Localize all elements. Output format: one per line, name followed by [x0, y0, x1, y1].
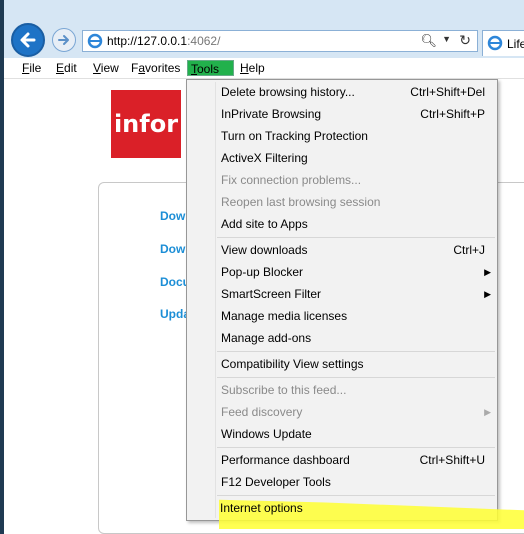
- menu-item-label: Performance dashboard: [221, 453, 350, 467]
- menu-item-popup-blocker[interactable]: Pop-up Blocker ▶: [221, 261, 493, 283]
- menu-edit[interactable]: Edit: [53, 60, 80, 76]
- forward-arrow-icon: [58, 35, 69, 45]
- menu-separator: [217, 447, 495, 448]
- submenu-arrow-icon: ▶: [484, 407, 491, 417]
- ie-logo-icon: [487, 35, 503, 51]
- menu-item-tracking-protection[interactable]: Turn on Tracking Protection: [221, 125, 493, 147]
- address-bar[interactable]: http://127.0.0.1:4062/ 🔍︎ ▼ ↻: [82, 30, 478, 52]
- menu-item-label: SmartScreen Filter: [221, 287, 322, 301]
- menu-view[interactable]: View: [90, 60, 122, 76]
- menu-separator: [217, 495, 495, 496]
- menu-item-label: F12 Developer Tools: [221, 475, 331, 489]
- menu-item-fix-connection: Fix connection problems...: [221, 169, 493, 191]
- menu-item-manage-addons[interactable]: Manage add-ons: [221, 327, 493, 349]
- menu-item-label: Reopen last browsing session: [221, 195, 381, 209]
- menu-item-label: View downloads: [221, 243, 308, 257]
- menu-item-subscribe-feed: Subscribe to this feed...: [221, 379, 493, 401]
- shortcut-label: Ctrl+Shift+P: [420, 107, 485, 121]
- forward-button[interactable]: [52, 28, 76, 52]
- browser-tab[interactable]: Life: [482, 30, 524, 56]
- search-icon[interactable]: 🔍︎: [420, 33, 437, 49]
- shortcut-label: Ctrl+Shift+U: [419, 453, 485, 467]
- menu-item-label: Delete browsing history...: [221, 85, 355, 99]
- menu-file[interactable]: File: [19, 60, 44, 76]
- menu-item-label: Add site to Apps: [221, 217, 308, 231]
- submenu-arrow-icon: ▶: [484, 289, 491, 299]
- menu-item-delete-history[interactable]: Delete browsing history... Ctrl+Shift+Del: [221, 81, 493, 103]
- tools-dropdown-menu: Delete browsing history... Ctrl+Shift+Del…: [186, 79, 498, 521]
- menu-separator: [217, 377, 495, 378]
- tab-label: Life: [507, 37, 524, 51]
- chevron-down-icon[interactable]: ▼: [442, 34, 451, 44]
- menu-item-reopen-session: Reopen last browsing session: [221, 191, 493, 213]
- menu-item-label: InPrivate Browsing: [221, 107, 322, 121]
- url-port: :4062/: [187, 34, 221, 48]
- menu-bar: File Edit View Favorites Tools Help: [4, 58, 524, 79]
- menu-item-label: Compatibility View settings: [221, 357, 364, 371]
- menu-item-label: ActiveX Filtering: [221, 151, 308, 165]
- menu-item-label: Manage add-ons: [221, 331, 312, 345]
- menu-item-windows-update[interactable]: Windows Update: [221, 423, 493, 445]
- back-arrow-icon: [20, 32, 36, 48]
- menu-item-f12-developer-tools[interactable]: F12 Developer Tools: [221, 471, 493, 493]
- shortcut-label: Ctrl+Shift+Del: [410, 85, 485, 99]
- ie-logo-icon: [87, 33, 103, 49]
- shortcut-label: Ctrl+J: [453, 243, 485, 257]
- menu-tools[interactable]: Tools: [187, 60, 234, 76]
- menu-item-label: Manage media licenses: [221, 309, 348, 323]
- menu-item-activex-filtering[interactable]: ActiveX Filtering: [221, 147, 493, 169]
- menu-item-label: Internet options: [220, 501, 303, 515]
- menu-item-smartscreen[interactable]: SmartScreen Filter ▶: [221, 283, 493, 305]
- submenu-arrow-icon: ▶: [484, 267, 491, 277]
- url-text: http://127.0.0.1:4062/: [107, 34, 220, 48]
- menu-item-label: Subscribe to this feed...: [221, 383, 347, 397]
- menu-item-label: Fix connection problems...: [221, 173, 362, 187]
- menu-item-add-site-apps[interactable]: Add site to Apps: [221, 213, 493, 235]
- refresh-icon[interactable]: ↻: [459, 32, 471, 49]
- menu-favorites[interactable]: Favorites: [128, 60, 183, 76]
- menu-item-inprivate[interactable]: InPrivate Browsing Ctrl+Shift+P: [221, 103, 493, 125]
- menu-separator: [217, 351, 495, 352]
- url-host: http://127.0.0.1: [107, 34, 188, 48]
- menu-item-view-downloads[interactable]: View downloads Ctrl+J: [221, 239, 493, 261]
- menu-item-label: Turn on Tracking Protection: [221, 129, 368, 143]
- menu-item-label: Windows Update: [221, 427, 312, 441]
- menu-item-label: Pop-up Blocker: [221, 265, 304, 279]
- back-button[interactable]: [11, 23, 45, 57]
- menu-item-label: Feed discovery: [221, 405, 303, 419]
- menu-item-performance-dashboard[interactable]: Performance dashboard Ctrl+Shift+U: [221, 449, 493, 471]
- menu-item-internet-options[interactable]: Internet options: [220, 497, 492, 519]
- menu-gutter: [215, 82, 216, 518]
- menu-item-media-licenses[interactable]: Manage media licenses: [221, 305, 493, 327]
- menu-item-compatibility-view[interactable]: Compatibility View settings: [221, 353, 493, 375]
- infor-logo: infor: [111, 90, 181, 158]
- menu-item-feed-discovery: Feed discovery ▶: [221, 401, 493, 423]
- menu-help[interactable]: Help: [237, 60, 268, 76]
- menu-separator: [217, 237, 495, 238]
